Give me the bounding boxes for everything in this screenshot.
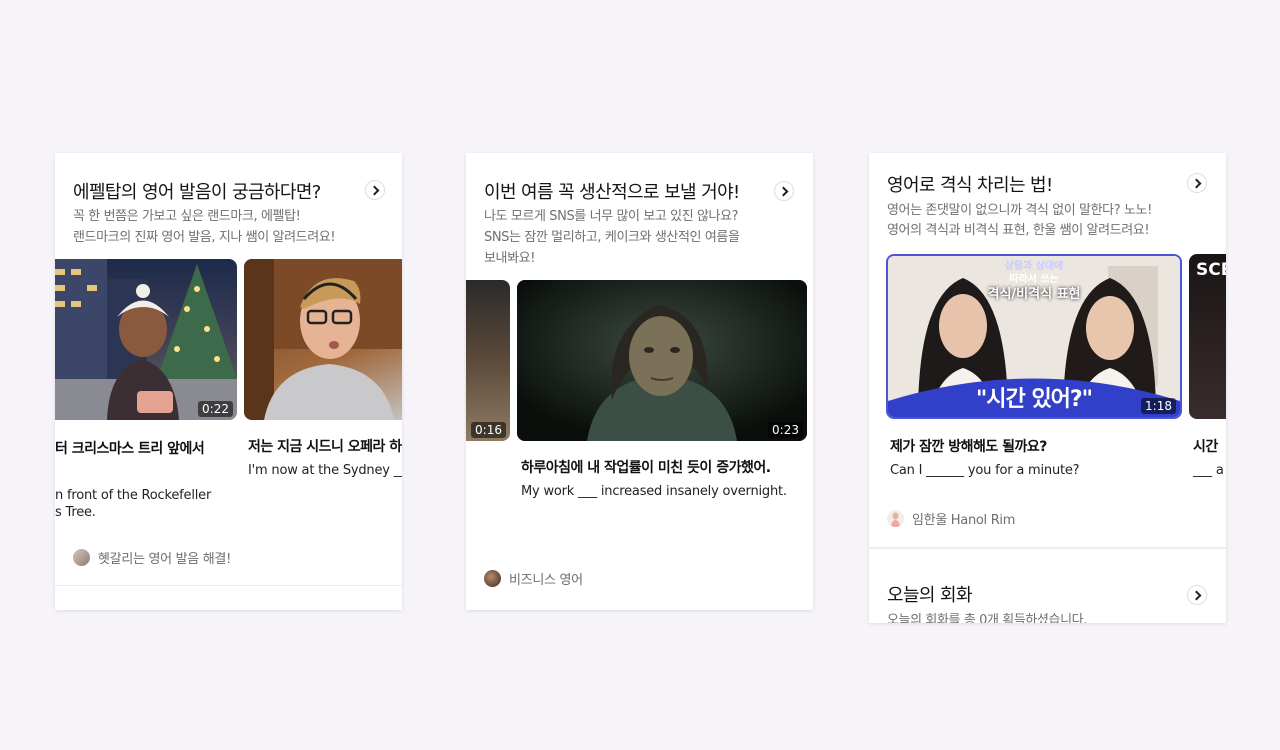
card-subtitle-line-2: SNS는 잠깐 멀리하고, 케이크와 생산적인 여름을 xyxy=(484,230,740,245)
avatar xyxy=(73,549,90,566)
card-subtitle-line-1: 영어는 존댓말이 없으니까 격식 없이 말한다? 노노! xyxy=(887,203,1152,218)
video-duration: 0:23 xyxy=(768,422,803,438)
course-card-pronunciation: 에펠탑의 영어 발음이 궁금하다면? 꼭 한 번쯤은 가보고 싶은 랜드마크, … xyxy=(55,153,402,610)
avatar-illustration xyxy=(891,512,900,527)
card-subtitle-line-2: 랜드마크의 진짜 영어 발음, 지나 쌤이 알려드려요! xyxy=(73,230,336,245)
author-name: 비즈니스 영어 xyxy=(509,573,583,588)
video-english-sentence: I'm now at the Sydney ___ xyxy=(248,463,402,478)
movie-scene-woman xyxy=(517,280,807,441)
selfie-man-scene xyxy=(244,259,402,420)
card-author[interactable]: 임한울 Hanol Rim xyxy=(887,509,1015,528)
section-subtitle: 오늘의 회화를 총 0개 획득하셨습니다. xyxy=(887,613,1087,623)
divider xyxy=(55,585,402,586)
card-subtitle-line-1: 나도 모르게 SNS를 너무 많이 보고 있진 않나요? xyxy=(484,209,739,224)
chevron-right-icon[interactable] xyxy=(774,181,794,201)
chevron-right-icon[interactable] xyxy=(1187,585,1207,605)
video-duration: 0:16 xyxy=(471,422,506,438)
video-english-sentence: Can I ______ you for a minute? xyxy=(890,463,1080,478)
christmas-tree-scene xyxy=(55,259,237,420)
video-thumbnail[interactable]: SCE xyxy=(1189,254,1226,419)
video-korean-sentence: 시간 xyxy=(1193,439,1218,455)
section-title-today-conversation[interactable]: 오늘의 회화 xyxy=(887,581,973,607)
avatar xyxy=(887,510,904,527)
card-author[interactable]: 혯갈리는 영어 발음 해결! xyxy=(73,548,231,567)
video-korean-sentence: 하루아침에 내 작업률이 미친 듯이 증가했어. xyxy=(521,460,771,476)
card-subtitle-line-2: 영어의 격식과 비격식 표현, 한울 쌤이 알려드려요! xyxy=(887,223,1150,238)
card-title[interactable]: 영어로 격식 차리는 법! xyxy=(887,171,1053,197)
chevron-right-icon[interactable] xyxy=(365,180,385,200)
video-korean-sentence: 저는 지금 시드니 오페라 하 xyxy=(248,439,402,455)
video-duration: 1:18 xyxy=(1141,398,1176,414)
card-author[interactable]: 비즈니스 영어 xyxy=(484,569,583,588)
card-subtitle-line-3: 보내봐요! xyxy=(484,251,536,266)
video-english-sentence: s Tree. xyxy=(55,505,96,520)
chevron-right-icon[interactable] xyxy=(1187,173,1207,193)
caption-line: 상황과 상대에 xyxy=(1004,261,1064,272)
thumbnail-caption: 상황과 상대에 따라서 쓰는 격식/비격식 표현 xyxy=(888,260,1180,301)
card-subtitle-line-1: 꼭 한 번쯤은 가보고 싶은 랜드마크, 에펠탑! xyxy=(73,209,301,224)
caption-line: 따라서 쓰는 xyxy=(1009,274,1059,285)
author-name: 임한울 Hanol Rim xyxy=(912,513,1016,528)
author-name: 혯갈리는 영어 발음 해결! xyxy=(98,552,232,567)
course-card-formal-english: 영어로 격식 차리는 법! 영어는 존댓말이 없으니까 격식 없이 말한다? 노… xyxy=(869,153,1226,623)
video-thumbnail[interactable]: 0:23 xyxy=(517,280,807,441)
divider xyxy=(869,547,1226,549)
video-english-sentence: ___ a xyxy=(1193,463,1224,478)
caption-line: 격식/비격식 표현 xyxy=(987,287,1081,302)
thumbnail-caption: SCE xyxy=(1196,260,1226,280)
thumbnail-quote: "시간 있어?" xyxy=(975,387,1093,412)
video-thumbnail[interactable]: 0:22 xyxy=(55,259,237,420)
card-title[interactable]: 에펠탑의 영어 발음이 궁금하다면? xyxy=(73,178,321,204)
video-duration: 0:22 xyxy=(198,401,233,417)
video-english-sentence: My work ___ increased insanely overnight… xyxy=(521,484,787,499)
card-title[interactable]: 이번 여름 꼭 생산적으로 보낼 거야! xyxy=(484,178,740,204)
video-english-sentence: n front of the Rockefeller xyxy=(55,488,212,503)
video-thumbnail[interactable]: 상황과 상대에 따라서 쓰는 격식/비격식 표현 "시간 있어?" 1:18 xyxy=(886,254,1182,419)
video-thumbnail[interactable]: 0:16 xyxy=(466,280,510,441)
video-korean-sentence: 터 크리스마스 트리 앞에서 xyxy=(55,441,205,457)
video-korean-sentence: 제가 잠깐 방해해도 될까요? xyxy=(890,439,1047,455)
video-thumbnail[interactable] xyxy=(244,259,402,420)
course-card-productive-summer: 이번 여름 꼭 생산적으로 보낼 거야! 나도 모르게 SNS를 너무 많이 보… xyxy=(466,153,813,610)
avatar xyxy=(484,570,501,587)
